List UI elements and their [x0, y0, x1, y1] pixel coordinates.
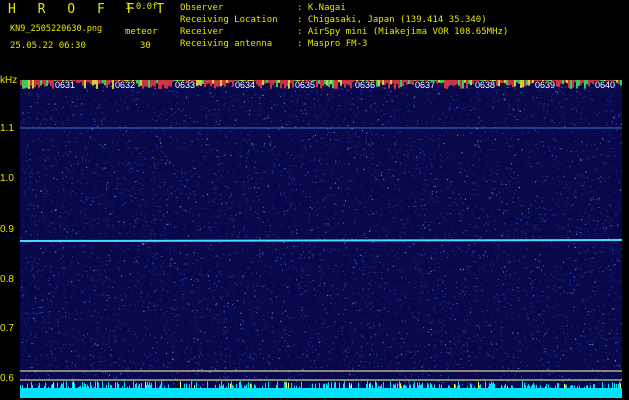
carrier-signal-line — [20, 239, 622, 242]
receiver-value: : AirSpy mini (Miakejima VOR 108.65MHz) — [297, 27, 509, 37]
time-tick-0631: 0631 — [54, 80, 77, 90]
time-tick-0635: 0635 — [294, 80, 317, 90]
spectrogram — [20, 80, 622, 398]
header-panel: H R O F F T 1.0.0f KN9_2505220630.png me… — [0, 0, 629, 76]
meteor-label: meteor — [125, 27, 158, 37]
y-unit-label: kHz — [0, 75, 18, 86]
location-value: : Chigasaki, Japan (139.414 35.340) — [297, 15, 487, 25]
y-tick-0.7: 0.7 — [0, 323, 14, 334]
receiver-label: Receiver — [180, 27, 224, 37]
observer-value: : K.Nagai — [297, 3, 346, 13]
time-tick-0638: 0638 — [474, 80, 497, 90]
time-tick-0640: 0640 — [594, 80, 617, 90]
time-tick-0639: 0639 — [534, 80, 557, 90]
date-time: 25.05.22 06:30 — [10, 41, 86, 51]
spectrogram-canvas — [20, 80, 622, 398]
time-tick-0633: 0633 — [174, 80, 197, 90]
observer-label: Observer — [180, 3, 224, 13]
time-tick-0634: 0634 — [234, 80, 257, 90]
antenna-value: : Maspro FM-3 — [297, 39, 368, 49]
time-tick-0637: 0637 — [414, 80, 437, 90]
bottom-level-band — [20, 388, 622, 398]
time-tick-0632: 0632 — [114, 80, 137, 90]
meteor-count: 30 — [140, 41, 151, 51]
y-tick-1.0: 1.0 — [0, 173, 14, 184]
y-tick-0.6: 0.6 — [0, 373, 14, 384]
y-tick-1.1: 1.1 — [0, 123, 14, 134]
y-tick-0.8: 0.8 — [0, 274, 14, 285]
file-name: KN9_2505220630.png — [10, 24, 103, 34]
antenna-label: Receiving antenna — [180, 39, 273, 49]
time-tick-0636: 0636 — [354, 80, 377, 90]
location-label: Receiving Location — [180, 15, 278, 25]
app-version: 1.0.0f — [125, 2, 158, 12]
y-tick-0.9: 0.9 — [0, 224, 14, 235]
